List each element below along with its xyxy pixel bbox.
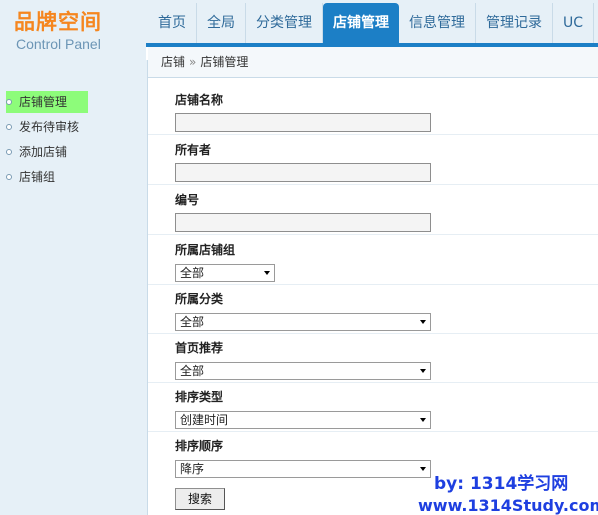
breadcrumb: 店铺 » 店铺管理 <box>148 47 598 78</box>
sidebar-item-pending-review[interactable]: 发布待审核 <box>6 116 79 138</box>
owner-label: 所有者 <box>175 143 212 157</box>
dropdown-arrow-icon <box>420 467 426 471</box>
bullet-icon <box>6 149 12 155</box>
bullet-icon <box>6 174 12 180</box>
form-row-group: 所属店铺组 全部 <box>148 235 598 285</box>
logo-subtitle: Control Panel <box>16 36 101 52</box>
group-select[interactable]: 全部 <box>175 264 275 282</box>
form-row-number: 编号 <box>148 185 598 235</box>
search-button[interactable]: 搜索 <box>175 488 225 510</box>
sort-type-select-value: 创建时间 <box>180 413 229 427</box>
tab-home[interactable]: 首页 <box>148 3 197 43</box>
watermark: by: 1314学习网 www.1314Study.com <box>418 474 598 515</box>
sort-type-select[interactable]: 创建时间 <box>175 411 431 429</box>
sidebar-item-label: 店铺组 <box>19 170 56 184</box>
form-row-sort-type: 排序类型 创建时间 <box>148 383 598 432</box>
breadcrumb-separator: » <box>189 55 197 69</box>
sidebar-item-shop-group[interactable]: 店铺组 <box>6 166 55 188</box>
tab-global[interactable]: 全局 <box>197 3 246 43</box>
bullet-icon <box>6 99 12 105</box>
sidebar-item-add-shop[interactable]: 添加店铺 <box>6 141 67 163</box>
dropdown-arrow-icon <box>420 320 426 324</box>
group-label: 所属店铺组 <box>175 243 236 257</box>
dropdown-arrow-icon <box>420 369 426 373</box>
tab-info-management[interactable]: 信息管理 <box>399 3 476 43</box>
sidebar-item-label: 店铺管理 <box>19 95 68 109</box>
category-label: 所属分类 <box>175 292 224 306</box>
sidebar-item-label: 发布待审核 <box>19 120 80 134</box>
breadcrumb-root[interactable]: 店铺 <box>161 55 185 69</box>
group-select-value: 全部 <box>180 266 205 280</box>
sort-order-select-value: 降序 <box>180 462 205 476</box>
recommend-select-value: 全部 <box>180 364 205 378</box>
number-input[interactable] <box>175 213 431 232</box>
owner-input[interactable] <box>175 163 431 182</box>
watermark-line-2: www.1314Study.com <box>418 496 598 515</box>
recommend-select[interactable]: 全部 <box>175 362 431 380</box>
tab-category-management[interactable]: 分类管理 <box>246 3 323 43</box>
tab-uc[interactable]: UC <box>553 3 595 43</box>
dropdown-arrow-icon <box>420 418 426 422</box>
sort-order-select[interactable]: 降序 <box>175 460 431 478</box>
number-label: 编号 <box>175 193 200 207</box>
breadcrumb-current: 店铺管理 <box>200 55 249 69</box>
dropdown-arrow-icon <box>264 271 270 275</box>
logo-title: 品牌空间 <box>14 10 102 34</box>
shop-name-label: 店铺名称 <box>175 93 224 107</box>
shop-name-input[interactable] <box>175 113 431 132</box>
sort-order-label: 排序顺序 <box>175 439 224 453</box>
category-select-value: 全部 <box>180 315 205 329</box>
sidebar-item-shop-management[interactable]: 店铺管理 <box>6 91 88 113</box>
search-form: 店铺名称 所有者 编号 所属店铺组 全部 所属分类 全部 首页推荐 全部 排序类… <box>148 78 598 515</box>
logo: 品牌空间 Control Panel <box>0 0 146 60</box>
bullet-icon <box>6 124 12 130</box>
category-select[interactable]: 全部 <box>175 313 431 331</box>
form-row-shop-name: 店铺名称 <box>148 78 598 135</box>
sidebar: 店铺管理 发布待审核 添加店铺 店铺组 <box>0 60 148 515</box>
tab-shop-management[interactable]: 店铺管理 <box>323 3 399 43</box>
form-row-category: 所属分类 全部 <box>148 285 598 334</box>
tab-management-log[interactable]: 管理记录 <box>476 3 553 43</box>
recommend-label: 首页推荐 <box>175 341 224 355</box>
watermark-line-1: by: 1314学习网 <box>434 474 569 494</box>
form-row-owner: 所有者 <box>148 135 598 185</box>
sidebar-item-label: 添加店铺 <box>19 145 68 159</box>
form-row-recommend: 首页推荐 全部 <box>148 334 598 383</box>
sort-type-label: 排序类型 <box>175 390 224 404</box>
top-nav: 首页 全局 分类管理 店铺管理 信息管理 管理记录 UC <box>148 0 598 47</box>
